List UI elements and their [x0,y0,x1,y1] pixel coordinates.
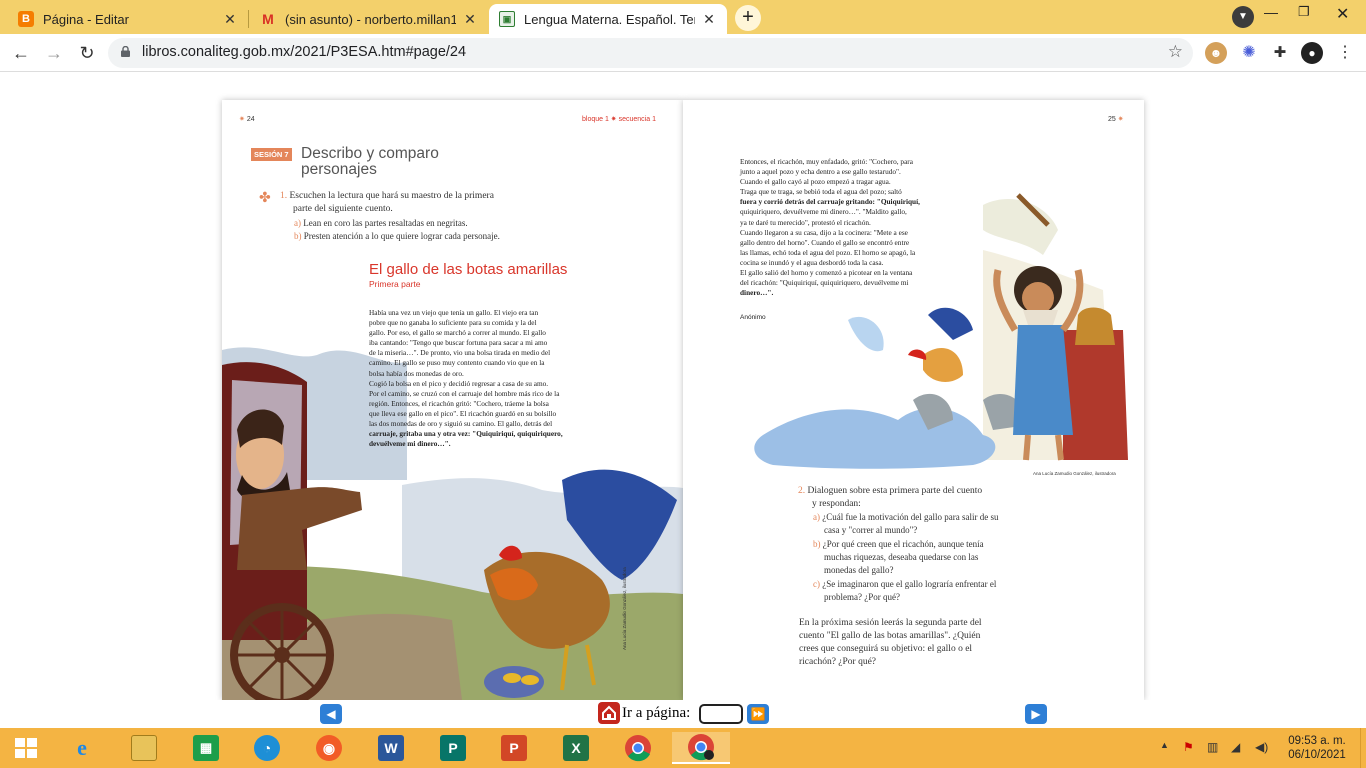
tab-blogger[interactable]: B Página - Editar ✕ [8,4,248,34]
browser-toolbar: ← → ↻ libros.conaliteg.gob.mx/2021/P3ESA… [0,34,1366,72]
flag-icon[interactable]: ⚑ [1183,740,1194,754]
bookmark-star-icon[interactable]: ☆ [1168,42,1183,62]
menu-kebab-icon[interactable]: ⋮ [1334,42,1356,64]
blogger-icon: B [18,11,34,27]
taskbar-store[interactable]: ▦ [188,732,224,764]
store-icon: ▦ [193,735,219,761]
taskbar-explorer[interactable] [126,732,162,764]
closing-paragraph: En la próxima sesión leerás la segunda p… [799,618,982,667]
session-title: Describo y comparo personajes [301,145,439,178]
taskbar-word[interactable]: W [373,732,409,764]
taskbar-edge[interactable]: ◔ [249,732,285,764]
activity-2: 2. Dialoguen sobre esta primera parte de… [798,486,983,509]
page-number-left: ✷ 24 [239,116,255,123]
tab-title: Página - Editar [43,11,129,27]
previous-page-button[interactable]: ◀ [320,704,342,724]
chrome-icon [688,734,714,761]
taskbar-ie[interactable]: e [64,732,100,764]
home-icon [602,705,616,720]
word-icon: W [378,735,404,761]
story-title: El gallo de las botas amarillas [369,261,568,278]
story-text-right: Entonces, el ricachón, muy enfadado, gri… [740,157,920,298]
extensions-puzzle-icon[interactable]: ✚ [1269,42,1291,64]
page-header-block: bloque 1 ✷ secuencia 1 [582,116,656,123]
taskbar-chrome[interactable] [620,732,656,764]
goto-page-button[interactable]: ⏩ [747,704,769,724]
close-tab-icon[interactable]: ✕ [701,11,717,28]
tab-title: (sin asunto) - norberto.millan1@gmail.co… [285,11,456,27]
flower-ornament-icon: ✤ [259,189,271,205]
goto-page-input[interactable] [699,704,743,724]
tab-gmail[interactable]: M (sin asunto) - norberto.millan1@gmail.… [250,4,488,34]
question-c: c) ¿Se imaginaron que el gallo lograría … [813,579,997,602]
story-subtitle: Primera parte [369,279,421,289]
start-button[interactable] [8,732,44,764]
chrome-icon [625,735,651,762]
illustrator-credit-right: Ana Lucía Zamudio González, ilustradora [1033,471,1116,476]
close-tab-icon[interactable]: ✕ [462,11,478,28]
restore-icon[interactable]: ❐ [1298,4,1310,20]
minimize-icon[interactable]: — [1264,4,1278,20]
address-bar[interactable]: libros.conaliteg.gob.mx/2021/P3ESA.htm#p… [108,38,1193,68]
taskbar-publisher[interactable]: P [435,732,471,764]
edge-icon: ◔ [254,735,280,761]
page-number-right: 25 ✷ [1108,116,1124,123]
question-a: a) ¿Cuál fue la motivación del gallo par… [813,512,999,535]
home-button[interactable] [598,702,620,724]
profile-avatar[interactable]: ● [1301,42,1323,64]
windows-logo-icon [15,738,37,758]
next-page-button[interactable]: ▶ [1025,704,1047,724]
extension-cookie-icon[interactable]: ☻ [1205,42,1227,64]
forward-icon[interactable]: → [42,41,66,65]
taskbar-powerpoint[interactable]: P [496,732,532,764]
illustrator-credit-left: Ana Lucía Zamudio González, ilustradora [622,567,627,650]
question-b: b) ¿Por qué creen que el ricachón, aunqu… [813,539,984,575]
activity-1a: a) Lean en coro las partes resaltadas en… [294,218,468,228]
reload-icon[interactable]: ↻ [75,41,99,65]
new-tab-button[interactable]: + [735,5,761,31]
taskbar-firefox[interactable]: ◉ [311,732,347,764]
story-text-left: Había una vez un viejo que tenía un gall… [369,308,563,449]
excel-icon: X [563,735,589,761]
close-window-icon[interactable]: ✕ [1336,4,1349,24]
show-hidden-icons[interactable]: ▲ [1160,740,1169,750]
lock-icon [121,46,130,57]
network-icon[interactable]: ▥ [1207,740,1218,754]
volume-icon[interactable]: ◀) [1255,740,1268,754]
close-tab-icon[interactable]: ✕ [222,11,238,28]
activity-1: 1. Escuchen la lectura que hará su maest… [280,191,494,214]
signal-icon[interactable]: ◢ [1231,740,1240,754]
tab-title: Lengua Materna. Español. Tercer grado [524,11,695,27]
conaliteg-icon: ▣ [499,11,515,27]
back-icon[interactable]: ← [9,41,33,65]
book-viewer: ✷ 24 bloque 1 ✷ secuencia 1 SESIÓN 7 Des… [0,72,1366,728]
book-page-left[interactable]: ✷ 24 bloque 1 ✷ secuencia 1 SESIÓN 7 Des… [222,100,683,700]
system-clock[interactable]: 09:53 a. m. 06/10/2021 [1282,734,1352,762]
internet-explorer-icon: e [77,735,87,760]
goto-page-label: Ir a página: [622,705,691,721]
publisher-icon: P [440,735,466,761]
author-label: Anónimo [740,314,766,321]
show-desktop-button[interactable] [1360,728,1366,768]
taskbar-chrome-active[interactable] [672,732,730,764]
tab-search-icon[interactable]: ▼ [1232,6,1254,28]
tab-conaliteg[interactable]: ▣ Lengua Materna. Español. Tercer grado … [489,4,727,34]
session-badge: SESIÓN 7 [251,148,292,161]
windows-taskbar: e ▦ ◔ ◉ W P P X ▲ ⚑ ▥ ◢ ◀) 09:53 a. m. 06… [0,728,1366,768]
folder-icon [131,735,157,761]
extension-sun-icon[interactable]: ✺ [1238,42,1260,64]
activity-1b: b) Presten atención a lo que quiere logr… [294,231,500,241]
book-page-right[interactable]: 25 ✷ Entonces, el ricachón, muy enfadado… [683,100,1144,700]
gmail-icon: M [262,11,274,27]
taskbar-excel[interactable]: X [558,732,594,764]
powerpoint-icon: P [501,735,527,761]
page-navigation: ◀ Ir a página: ⏩ ▶ [0,700,1366,728]
tab-strip: B Página - Editar ✕ M (sin asunto) - nor… [0,0,1366,34]
firefox-icon: ◉ [316,735,342,761]
url-text: libros.conaliteg.gob.mx/2021/P3ESA.htm#p… [142,44,467,60]
